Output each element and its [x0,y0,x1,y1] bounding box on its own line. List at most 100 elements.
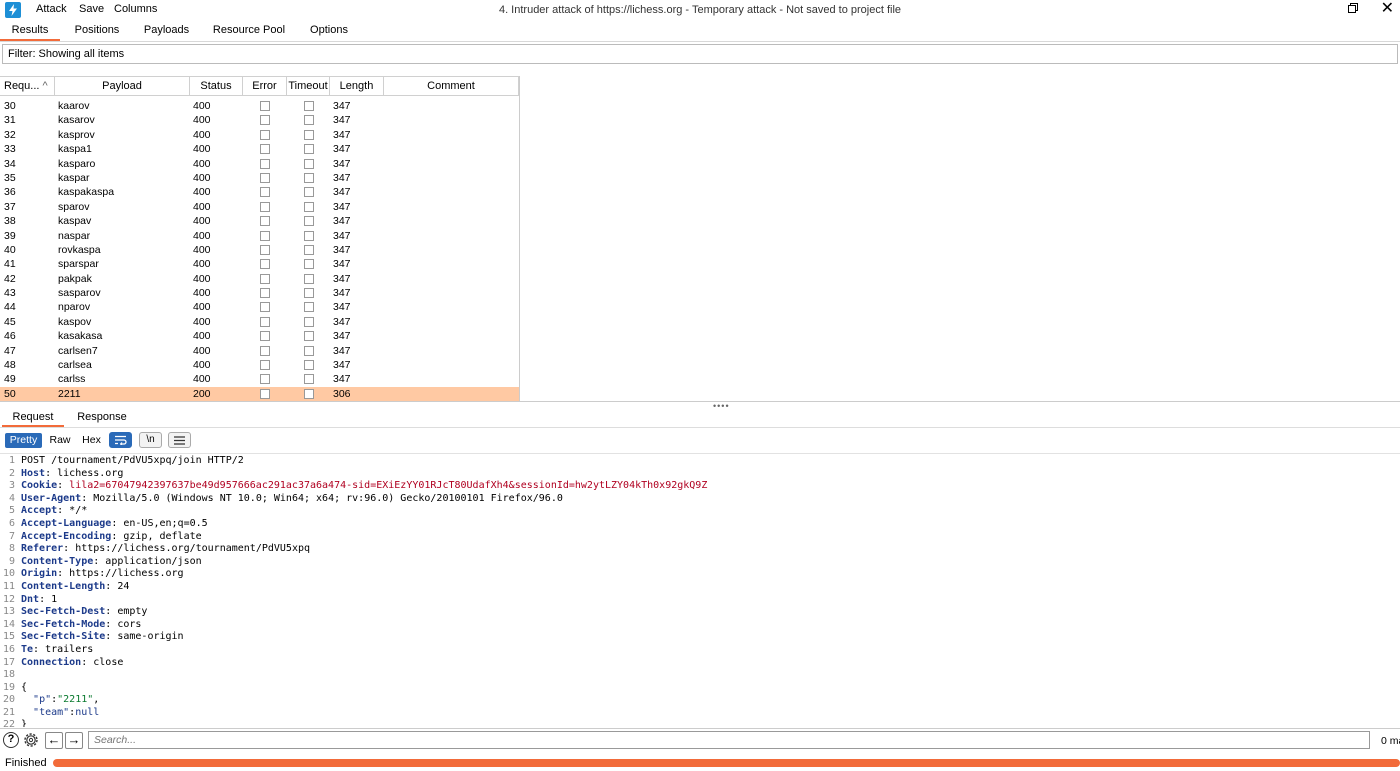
show-newlines-button[interactable]: \n [139,432,162,448]
timeout-checkbox [304,244,314,255]
header-line: Te: trailers [21,643,94,655]
table-row[interactable]: 36 kaspakaspa 400 347 [0,185,519,199]
request-editor[interactable]: 1 POST /tournament/PdVU5xpq/join HTTP/2 2 H… [0,455,1400,727]
cell-req: 46 [4,330,16,343]
tab-results[interactable]: Results [0,20,60,41]
cell-status: 400 [193,359,211,372]
tab-response[interactable]: Response [70,410,134,427]
column-header-request[interactable]: Requ... ^ [0,77,55,96]
column-header-comment[interactable]: Comment [384,77,519,96]
cell-length: 347 [333,186,351,199]
cell-req: 35 [4,171,16,184]
cell-payload: kaspav [58,215,92,228]
column-header-error[interactable]: Error [243,77,287,96]
column-header-timeout[interactable]: Timeout [287,77,330,96]
cell-length: 347 [333,157,351,170]
column-header-status[interactable]: Status [190,77,243,96]
line-number: 22 [2,719,15,727]
word-wrap-icon[interactable] [109,432,132,448]
timeout-checkbox [304,345,314,356]
search-input[interactable] [88,731,1370,749]
header-value: 1 [51,593,58,605]
line-number: 7 [8,530,15,542]
next-match-icon[interactable]: → [65,732,83,749]
table-row[interactable]: 46 kasakasa 400 347 [0,329,519,343]
column-header-payload[interactable]: Payload [55,77,190,96]
cell-req: 44 [4,301,16,314]
filter-bar[interactable]: Filter: Showing all items [2,44,1398,64]
cell-req: 42 [4,272,16,285]
line-number: 9 [8,555,15,567]
cell-payload: kaspov [58,315,92,328]
table-row[interactable]: 40 rovkaspa 400 347 [0,243,519,257]
code-text: { [21,681,28,693]
error-checkbox [260,388,270,399]
cell-status: 400 [193,258,211,271]
timeout-checkbox [304,374,314,385]
gear-icon[interactable] [22,731,40,749]
cell-status: 400 [193,243,211,256]
header-line: Cookie: lila2=67047942397637be49d957666a… [21,480,708,492]
tab-resource-pool[interactable]: Resource Pool [203,20,295,41]
table-row[interactable]: 37 sparov 400 347 [0,200,519,214]
table-row[interactable]: 50 2211 200 306 [0,386,519,401]
header-value: trailers [45,643,94,655]
header-line: Referer: https://lichess.org/tournament/… [21,543,311,555]
tab-request[interactable]: Request [2,410,64,427]
timeout-checkbox [304,129,314,140]
sort-ascending-icon: ^ [42,80,48,92]
cell-length: 347 [333,243,351,256]
tab-payloads[interactable]: Payloads [134,20,199,41]
header-key: Sec-Fetch-Mode [21,618,106,630]
cell-req: 49 [4,373,16,386]
table-row[interactable]: 32 kasprov 400 347 [0,128,519,142]
table-row[interactable]: 34 kasparo 400 347 [0,157,519,171]
table-row[interactable]: 48 carlsea 400 347 [0,358,519,372]
column-header-length[interactable]: Length [330,77,384,96]
header-key: Accept [21,505,58,517]
table-row[interactable]: 35 kaspar 400 347 [0,171,519,185]
table-row[interactable]: 47 carlsen7 400 347 [0,344,519,358]
options-menu-icon[interactable] [168,432,191,448]
cell-length: 347 [333,114,351,127]
table-row[interactable]: 33 kaspa1 400 347 [0,142,519,156]
code-line: 18 [0,669,1400,682]
previous-match-icon[interactable]: ← [45,732,63,749]
cell-req: 34 [4,157,16,170]
json-key: "p" [33,694,52,706]
cell-req: 38 [4,215,16,228]
table-row[interactable]: 49 carlss 400 347 [0,372,519,386]
table-row[interactable]: 39 naspar 400 347 [0,229,519,243]
hex-button[interactable]: Hex [78,433,105,448]
pretty-button[interactable]: Pretty [5,433,42,448]
cell-payload: kaspakaspa [58,186,115,199]
help-icon[interactable]: ? [3,732,19,748]
table-row[interactable]: 31 kasarov 400 347 [0,113,519,127]
timeout-checkbox [304,388,314,399]
table-row[interactable]: 38 kaspav 400 347 [0,214,519,228]
table-row[interactable]: 44 nparov 400 347 [0,300,519,314]
table-row[interactable]: 43 sasparov 400 347 [0,286,519,300]
table-row[interactable]: 30 kaarov 400 347 [0,99,519,113]
raw-button[interactable]: Raw [45,433,75,448]
close-window-icon[interactable]: ✕ [1381,1,1394,17]
error-checkbox [260,288,270,299]
table-row[interactable]: 42 pakpak 400 347 [0,272,519,286]
header-line: Host: lichess.org [21,467,124,479]
restore-window-icon[interactable] [1348,3,1358,13]
cell-status: 400 [193,373,211,386]
cell-status: 400 [193,186,211,199]
code-line: 7 Accept-Encoding: gzip, deflate [0,531,1400,544]
tab-options[interactable]: Options [298,20,360,41]
message-tab-bar: Request Response [0,408,1400,428]
line-number: 6 [8,517,15,529]
cell-payload: kasparo [58,157,96,170]
code-line: 16 Te: trailers [0,644,1400,657]
code-line: 19 { [0,682,1400,695]
table-row[interactable]: 45 kaspov 400 347 [0,315,519,329]
code-line: 5 Accept: */* [0,505,1400,518]
header-value: lichess.org [57,467,124,479]
attack-progress-bar [53,759,1400,767]
tab-positions[interactable]: Positions [62,20,132,41]
table-row[interactable]: 41 sparspar 400 347 [0,257,519,271]
